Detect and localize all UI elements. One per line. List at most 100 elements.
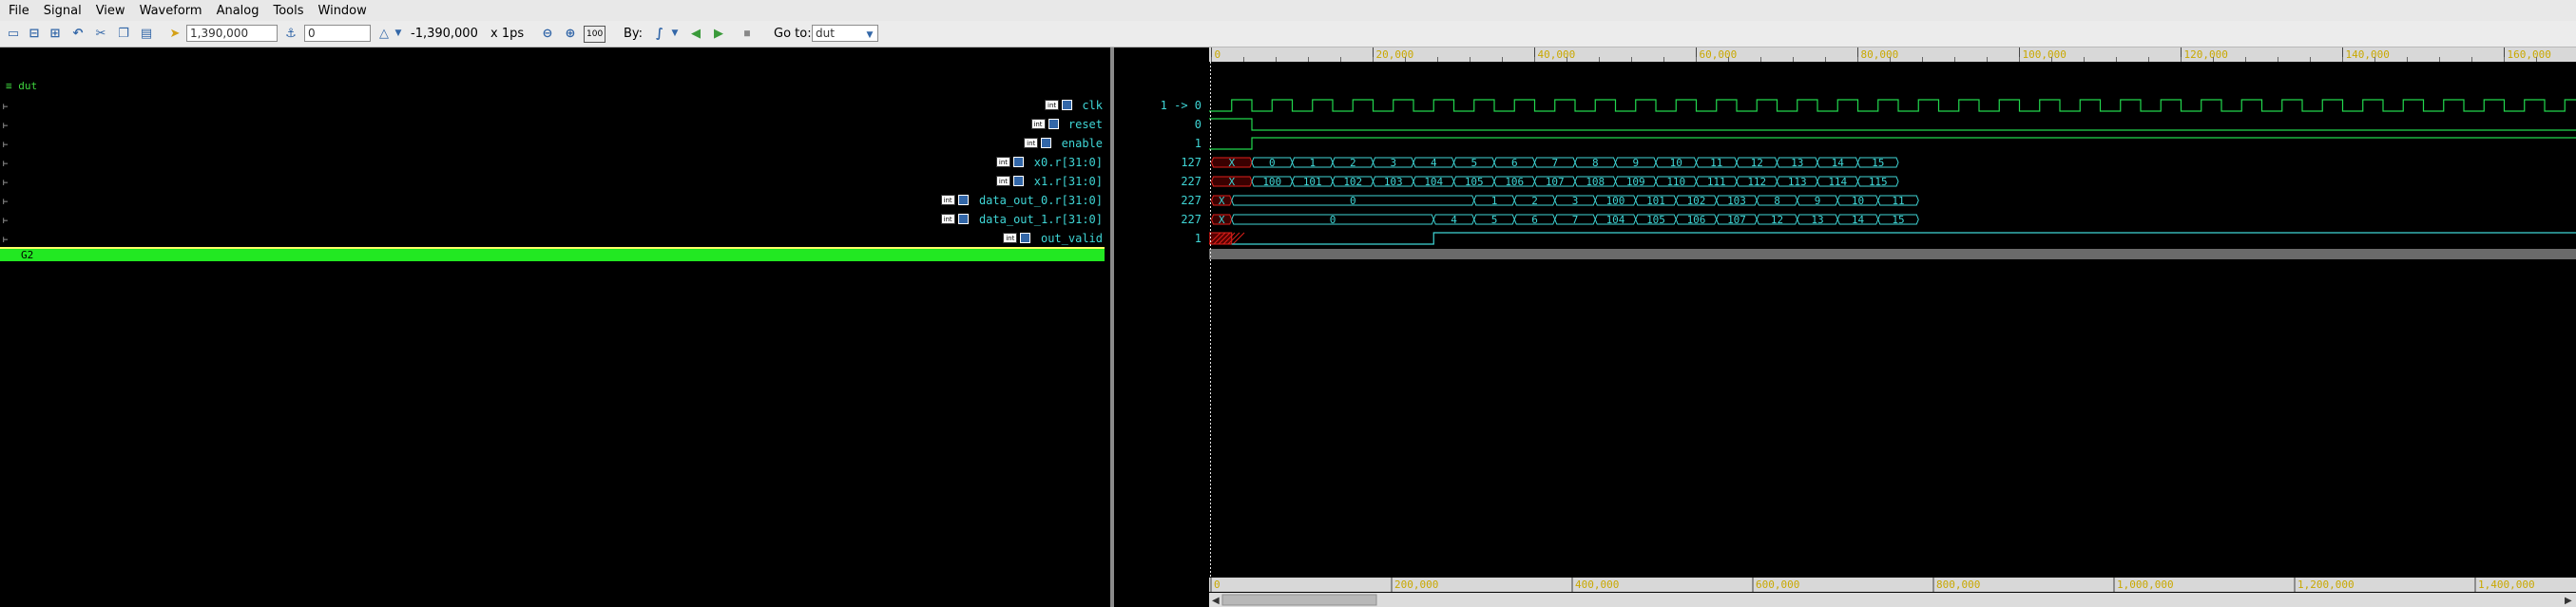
x0-value-label: 2 xyxy=(1350,157,1356,169)
type-icon: int xyxy=(996,157,1010,167)
menu-view[interactable]: View xyxy=(96,4,125,18)
x0-value-label: 5 xyxy=(1471,157,1477,169)
time-ruler-label: 160,000 xyxy=(2508,48,2551,61)
data-out-1-value-label: 104 xyxy=(1606,214,1625,226)
type-icon: int xyxy=(1024,138,1039,148)
edge-icon[interactable]: ∫ xyxy=(650,24,669,43)
type-icon: int xyxy=(940,214,955,224)
signal-name[interactable]: clk xyxy=(1082,99,1103,112)
overview-ruler-label: 400,000 xyxy=(1575,579,1619,591)
zoom-full-button[interactable]: 100 xyxy=(584,26,606,43)
data-out-1-value-label: 106 xyxy=(1687,214,1706,226)
menu-waveform[interactable]: Waveform xyxy=(140,4,202,18)
data-out-1-value-label: 14 xyxy=(1852,214,1865,226)
type-icon: int xyxy=(1003,233,1018,243)
cursor-time-field[interactable]: 1,390,000 xyxy=(186,25,278,42)
signal-type-badges: int xyxy=(940,214,969,225)
overview-ruler-label: 1,000,000 xyxy=(2117,579,2174,591)
goto-dropdown-icon[interactable]: ▼ xyxy=(863,26,876,45)
signal-value: 227 xyxy=(1181,213,1201,226)
menu-file[interactable]: File xyxy=(9,4,29,18)
menu-tools[interactable]: Tools xyxy=(273,4,303,18)
data-out-1-value-label: 4 xyxy=(1451,214,1457,226)
cut-icon[interactable]: ✂ xyxy=(91,24,110,43)
zoom-out-icon[interactable]: ⊖ xyxy=(538,24,557,43)
signal-value: 0 xyxy=(1194,118,1201,131)
tree-connector: ⊢ xyxy=(3,122,9,131)
data-out-0-value-label: 101 xyxy=(1646,195,1665,207)
waveform-pane[interactable]: 0 20,000 40,000 60,000 80,000 100,000 120,000 1… xyxy=(1209,47,2576,607)
menu-analog[interactable]: Analog xyxy=(217,4,260,18)
delta-icon[interactable]: △ xyxy=(375,24,394,43)
data-out-0-value-label: 3 xyxy=(1572,195,1579,207)
data-out-1-value-label: X xyxy=(1219,214,1225,226)
time-ruler-label: 100,000 xyxy=(2023,48,2067,61)
x0-value-label: X xyxy=(1228,157,1235,169)
signal-name[interactable]: enable xyxy=(1062,137,1103,150)
data-out-1-value-label: 105 xyxy=(1646,214,1665,226)
x0-value-label: 8 xyxy=(1592,157,1599,169)
group-bar[interactable]: G2 xyxy=(0,247,1105,261)
direction-icon xyxy=(1013,176,1024,186)
data-out-1-value-label: 0 xyxy=(1330,214,1336,226)
stop-icon[interactable]: ⏹ xyxy=(738,24,757,43)
edge-dropdown-icon[interactable]: ▼ xyxy=(669,24,681,43)
values-pane: 1 -> 0 0 1 127 227 227 227 1 xyxy=(1114,47,1209,607)
scrollbar-track xyxy=(1209,593,2576,607)
x1-value-label: 115 xyxy=(1869,176,1888,188)
direction-icon xyxy=(1013,157,1024,167)
new-window-icon[interactable]: ▭ xyxy=(4,24,23,43)
x0-value-label: 6 xyxy=(1511,157,1518,169)
delta-dropdown-icon[interactable]: ▼ xyxy=(393,24,404,43)
undo-icon[interactable]: ↶ xyxy=(68,24,87,43)
group-separator-bar xyxy=(1209,249,2576,259)
x1-value-label: 103 xyxy=(1384,176,1403,188)
x0-value-label: 15 xyxy=(1872,157,1884,169)
scroll-right-icon[interactable]: ▶ xyxy=(2565,596,2572,606)
zoom-in-icon[interactable]: ⊕ xyxy=(561,24,580,43)
signal-name[interactable]: out_valid xyxy=(1041,232,1103,245)
enable-waveform xyxy=(1209,137,2576,150)
signal-name[interactable]: data_out_1.r[31:0] xyxy=(979,213,1103,226)
prev-edge-icon[interactable]: ◀ xyxy=(686,24,705,43)
reset-waveform xyxy=(1209,118,2576,131)
copy-icon[interactable]: ❐ xyxy=(114,24,133,43)
signal-name[interactable]: x1.r[31:0] xyxy=(1034,175,1103,188)
x0-value-label: 12 xyxy=(1751,157,1763,169)
scroll-left-icon[interactable]: ◀ xyxy=(1212,596,1220,606)
x0-value-label: 10 xyxy=(1670,157,1682,169)
add-signal-icon[interactable]: ⊞ xyxy=(46,24,65,43)
cursor-icon[interactable]: ➤ xyxy=(165,24,184,43)
waveform-canvas[interactable]: 0 20,000 40,000 60,000 80,000 100,000 120,000 1… xyxy=(1209,47,2576,607)
x0-value-label: 1 xyxy=(1309,157,1316,169)
overview-ruler-label: 0 xyxy=(1214,579,1221,591)
next-edge-icon[interactable]: ▶ xyxy=(709,24,728,43)
scope-icon: ≡ xyxy=(6,80,19,92)
time-ruler-label: 140,000 xyxy=(2346,48,2390,61)
x0-value-label: 9 xyxy=(1632,157,1639,169)
data-out-0-value-label: 103 xyxy=(1727,195,1746,207)
signal-name[interactable]: x0.r[31:0] xyxy=(1034,156,1103,169)
menu-window[interactable]: Window xyxy=(318,4,367,18)
signal-name[interactable]: data_out_0.r[31:0] xyxy=(979,194,1103,207)
x0-value-label: 14 xyxy=(1832,157,1845,169)
paste-icon[interactable]: ▤ xyxy=(137,24,156,43)
menu-signal[interactable]: Signal xyxy=(44,4,82,18)
data-out-1-value-label: 5 xyxy=(1491,214,1498,226)
x0-value-label: 4 xyxy=(1431,157,1437,169)
signal-names-pane: ≡ dut ⊢ clk int ⊢ reset int ⊢ enable int ⊢ x0.r[31… xyxy=(0,47,1110,607)
scrollbar-thumb[interactable] xyxy=(1221,594,1377,606)
data-out-0-value-label: 102 xyxy=(1687,195,1706,207)
signal-type-badges: int xyxy=(1045,100,1073,111)
data-out-0-value-label: 2 xyxy=(1531,195,1538,207)
signal-name[interactable]: reset xyxy=(1068,118,1103,131)
hierarchy-icon[interactable]: ⊟ xyxy=(25,24,44,43)
marker-time-field[interactable]: 0 xyxy=(304,25,371,42)
delta-value: -1,390,000 xyxy=(411,26,478,41)
marker-icon[interactable]: ⚓ xyxy=(281,24,300,43)
data-out-0-value-label: 1 xyxy=(1491,195,1498,207)
tree-connector: ⊢ xyxy=(3,217,9,226)
overview-ruler-label: 800,000 xyxy=(1936,579,1980,591)
direction-icon xyxy=(957,195,969,205)
x1-value-label: 105 xyxy=(1465,176,1484,188)
